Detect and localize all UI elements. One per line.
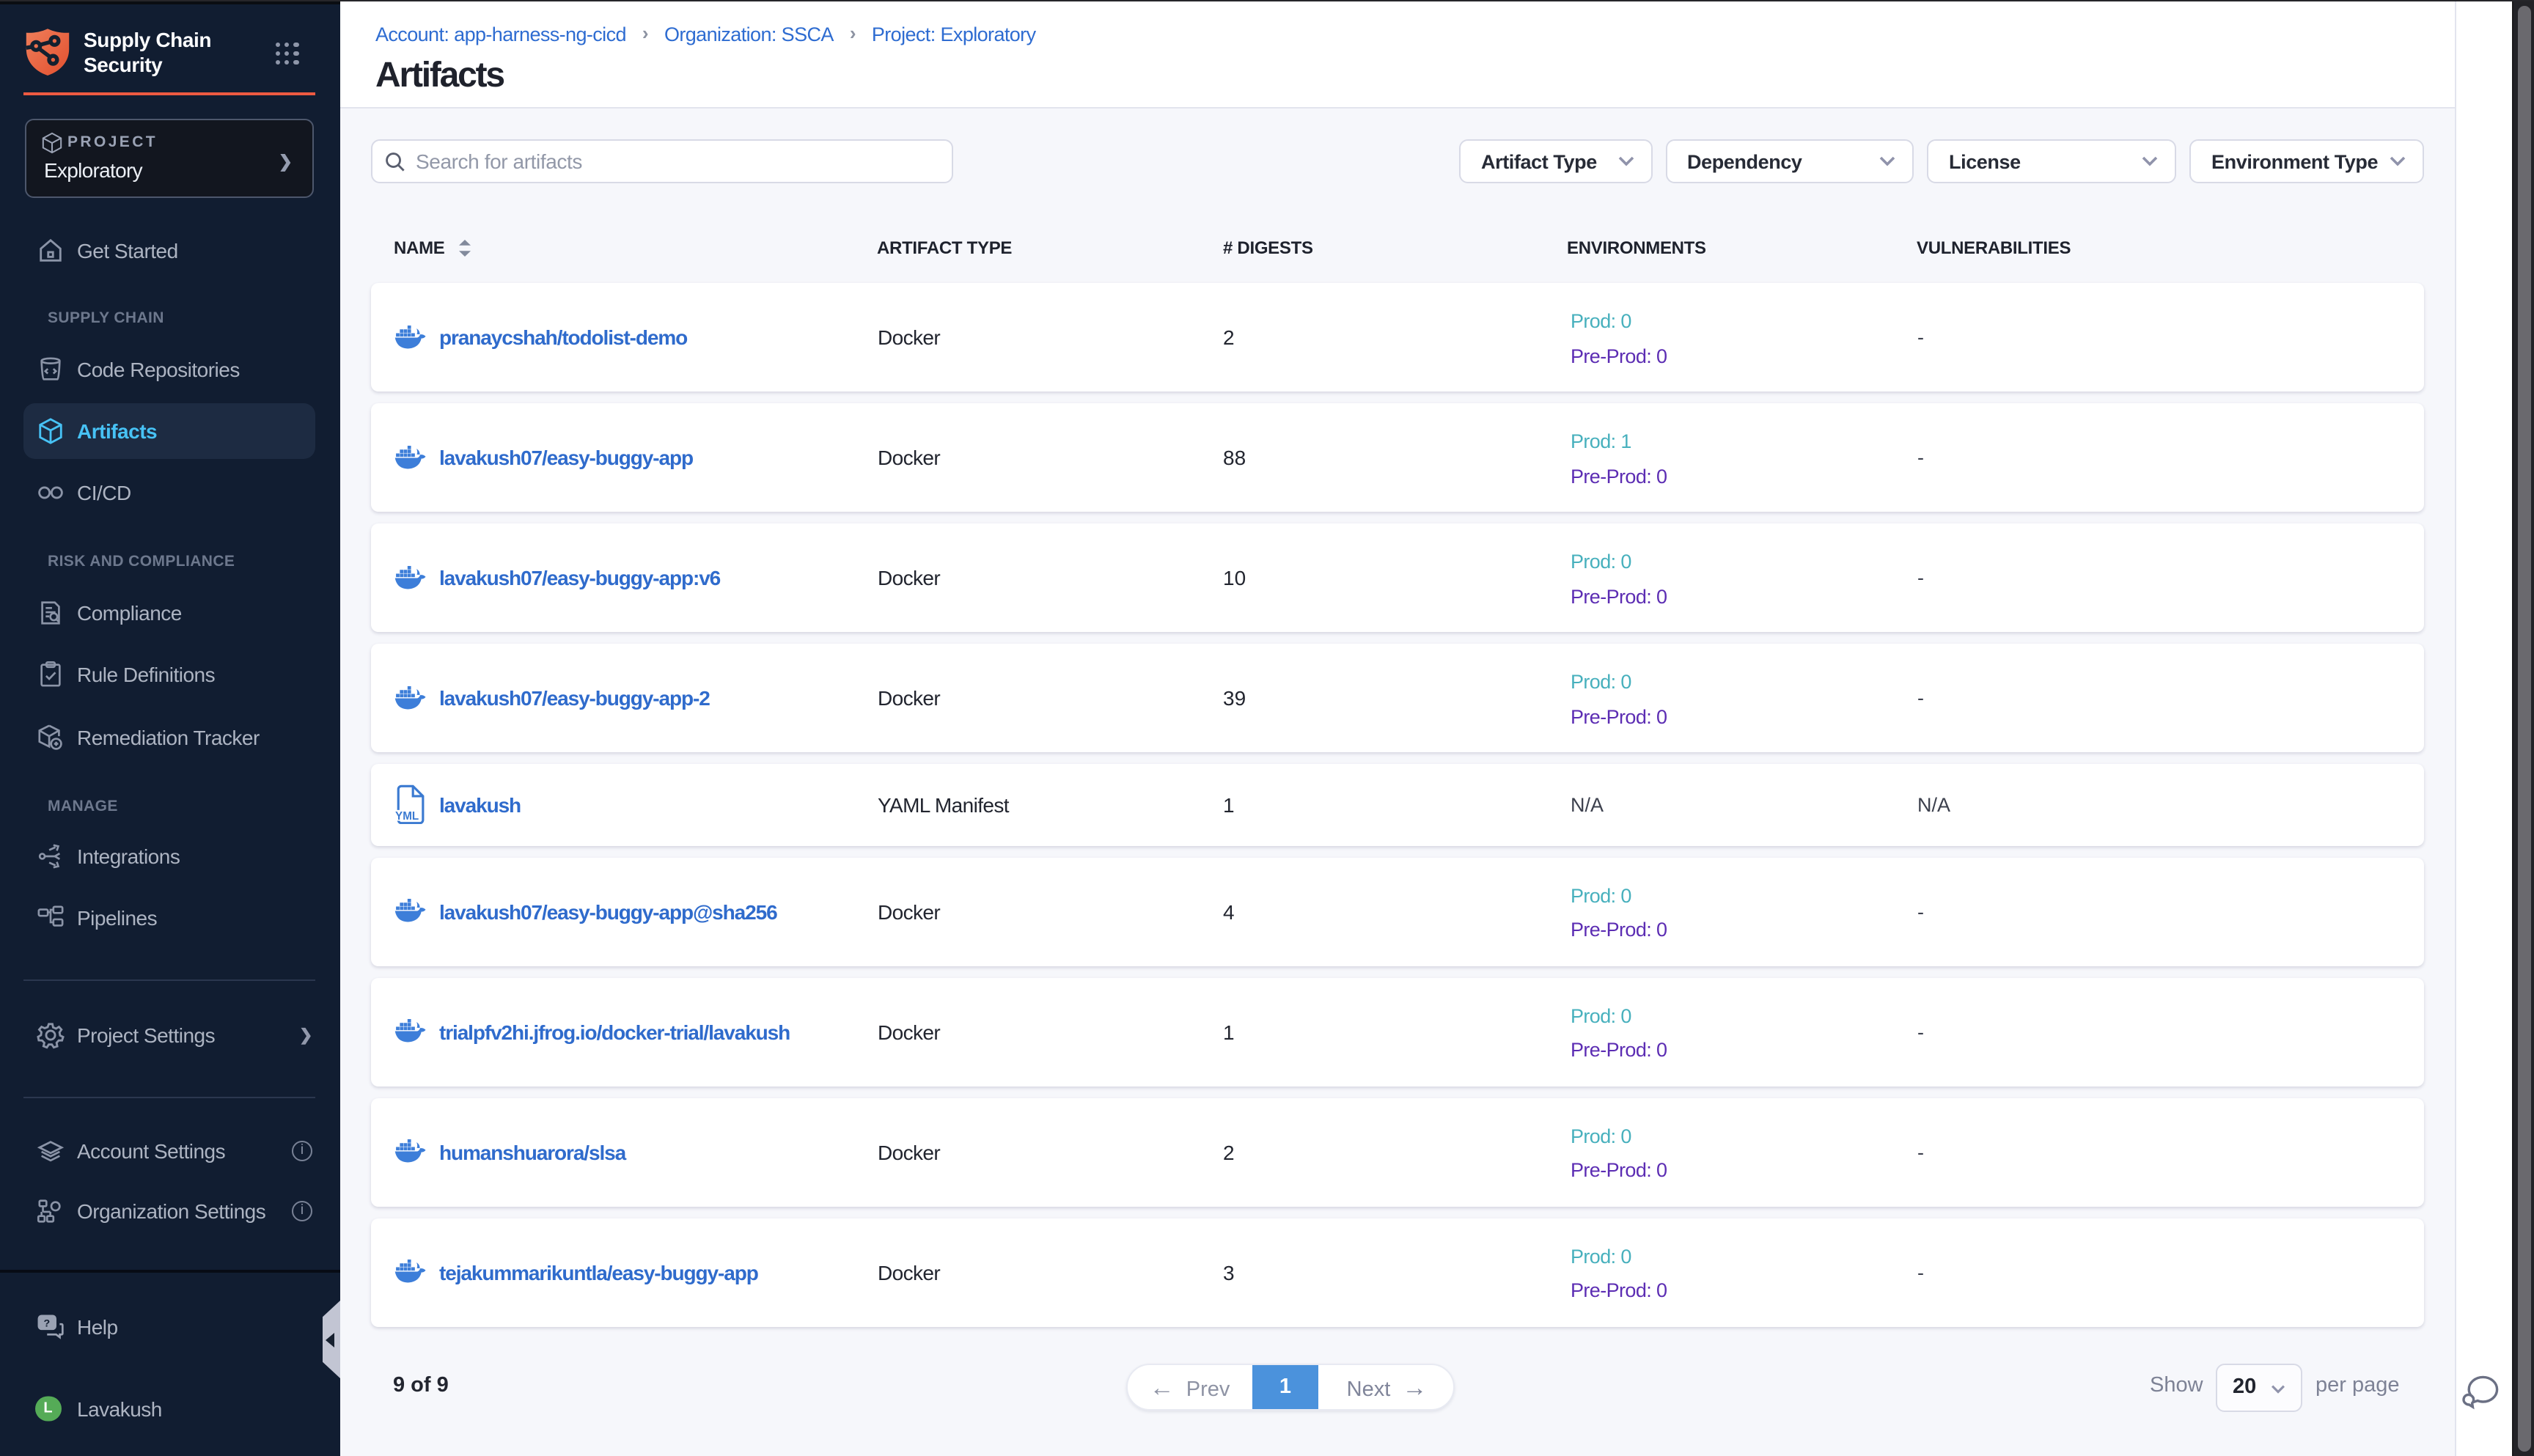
svg-text:YML: YML <box>395 809 419 822</box>
svg-text:?: ? <box>44 1317 51 1329</box>
